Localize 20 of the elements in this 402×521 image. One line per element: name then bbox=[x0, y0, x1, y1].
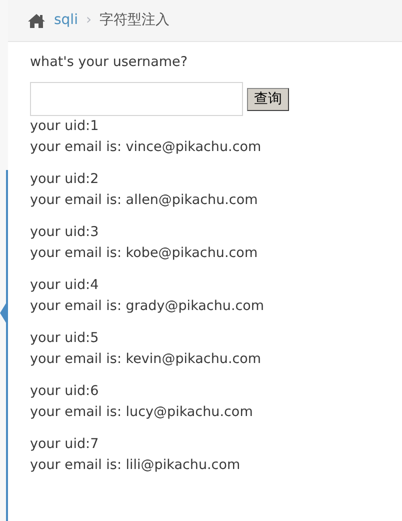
username-field[interactable] bbox=[30, 82, 243, 116]
uid-text: your uid:6 bbox=[30, 382, 100, 401]
home-icon[interactable] bbox=[27, 12, 46, 28]
uid-text: your uid:1 bbox=[30, 117, 100, 136]
breadcrumb-current: 字符型注入 bbox=[100, 11, 170, 30]
form-label: what's your username? bbox=[30, 53, 189, 72]
email-text: your email is: kobe@pikachu.com bbox=[30, 244, 259, 263]
uid-text: your uid:4 bbox=[30, 276, 100, 295]
email-text: your email is: lili@pikachu.com bbox=[30, 456, 242, 475]
email-text: your email is: lucy@pikachu.com bbox=[30, 403, 254, 422]
uid-text: your uid:7 bbox=[30, 435, 100, 454]
uid-text: your uid:2 bbox=[30, 170, 100, 189]
uid-text: your uid:3 bbox=[30, 223, 100, 242]
query-button[interactable]: 查询 bbox=[247, 88, 289, 110]
email-text: your email is: grady@pikachu.com bbox=[30, 297, 266, 316]
uid-text: your uid:5 bbox=[30, 329, 100, 348]
email-text: your email is: allen@pikachu.com bbox=[30, 191, 259, 210]
breadcrumb-separator: › bbox=[86, 11, 92, 30]
email-text: your email is: vince@pikachu.com bbox=[30, 138, 262, 157]
email-text: your email is: kevin@pikachu.com bbox=[30, 350, 262, 369]
